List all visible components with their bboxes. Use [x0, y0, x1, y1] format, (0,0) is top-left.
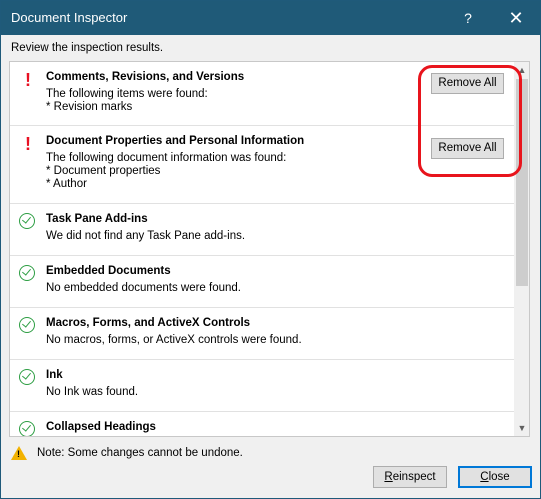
document-inspector-dialog: Document Inspector ? ✕ Review the inspec… [0, 0, 541, 499]
result-line: No Ink was found. [46, 386, 139, 398]
result-description: No macros, forms, or ActiveX controls we… [46, 334, 302, 347]
close-button[interactable]: Close [458, 466, 532, 488]
result-heading: Task Pane Add-ins [46, 213, 148, 225]
result-line: * Revision marks [46, 101, 133, 113]
result-description: The following items were found: * Revisi… [46, 88, 208, 114]
check-circle-icon [19, 265, 35, 281]
scroll-down-arrow-icon[interactable]: ▼ [514, 420, 529, 436]
window-title: Document Inspector [11, 10, 128, 25]
warning-glyph: ! [17, 449, 20, 459]
result-line: No embedded documents were found. [46, 282, 241, 294]
status-ok-icon [19, 421, 37, 436]
result-row-ink: Ink No Ink was found. [10, 360, 514, 412]
result-line: * Author [46, 178, 87, 190]
result-heading: Embedded Documents [46, 265, 171, 277]
issue-icon: ! [25, 134, 31, 154]
reinspect-access-key: R [384, 471, 393, 483]
result-row-collapsed-headings: Collapsed Headings [10, 412, 514, 436]
result-line: No macros, forms, or ActiveX controls we… [46, 334, 302, 346]
issue-icon: ! [25, 70, 31, 90]
result-description: No embedded documents were found. [46, 282, 241, 295]
check-circle-icon [19, 421, 35, 436]
result-row-task-pane-addins: Task Pane Add-ins We did not find any Ta… [10, 204, 514, 256]
check-circle-icon [19, 369, 35, 385]
reinspect-label: einspect [392, 471, 436, 483]
status-ok-icon [19, 213, 37, 231]
warning-triangle-icon: ! [11, 446, 27, 460]
result-heading: Document Properties and Personal Informa… [46, 135, 305, 147]
result-line: The following document information was f… [46, 152, 287, 164]
result-line: The following items were found: [46, 88, 208, 100]
result-description: The following document information was f… [46, 152, 286, 191]
status-ok-icon [19, 317, 37, 335]
result-heading: Macros, Forms, and ActiveX Controls [46, 317, 251, 329]
title-bar: Document Inspector ? ✕ [1, 1, 540, 35]
result-heading: Collapsed Headings [46, 421, 156, 433]
check-circle-icon [19, 317, 35, 333]
help-button[interactable]: ? [453, 7, 483, 29]
instructions-text: Review the inspection results. [11, 42, 164, 54]
status-ok-icon [19, 265, 37, 283]
warning-text: Note: Some changes cannot be undone. [37, 447, 243, 459]
status-ok-icon [19, 369, 37, 387]
result-heading: Comments, Revisions, and Versions [46, 71, 245, 83]
close-window-button[interactable]: ✕ [501, 7, 531, 29]
result-line: * Document properties [46, 165, 161, 177]
result-line: We did not find any Task Pane add-ins. [46, 230, 246, 242]
result-description: No Ink was found. [46, 386, 138, 399]
result-heading: Ink [46, 369, 63, 381]
close-label: lose [488, 471, 510, 483]
check-circle-icon [19, 213, 35, 229]
close-access-key: C [480, 471, 489, 483]
highlight-annotation [418, 65, 522, 177]
result-row-macros: Macros, Forms, and ActiveX Controls No m… [10, 308, 514, 360]
result-description: We did not find any Task Pane add-ins. [46, 230, 245, 243]
result-row-embedded-documents: Embedded Documents No embedded documents… [10, 256, 514, 308]
reinspect-button[interactable]: Reinspect [373, 466, 447, 488]
